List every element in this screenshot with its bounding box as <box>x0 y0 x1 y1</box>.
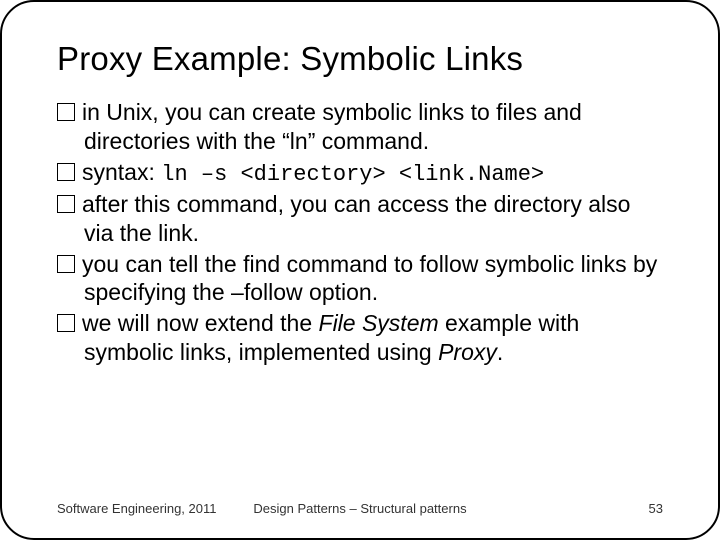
bullet-4: you can tell the find command to follow … <box>57 250 663 308</box>
bullet-1-text: in Unix, you can create symbolic links t… <box>82 99 582 154</box>
bullet-3-text: after this command, you can access the d… <box>82 191 630 246</box>
slide-frame: Proxy Example: Symbolic Links in Unix, y… <box>0 0 720 540</box>
bullet-5-text-a: we will now extend the <box>82 310 319 336</box>
bullet-2-code: ln –s <directory> <link.Name> <box>161 162 544 187</box>
bullet-4-find: find <box>243 251 280 277</box>
bullet-marker-icon <box>57 255 75 273</box>
bullet-2: syntax: ln –s <directory> <link.Name> <box>57 158 663 189</box>
bullet-5: we will now extend the File System examp… <box>57 309 663 367</box>
bullet-marker-icon <box>57 314 75 332</box>
slide-title: Proxy Example: Symbolic Links <box>57 40 663 78</box>
footer-center: Design Patterns – Structural patterns <box>57 501 663 516</box>
bullet-2-label: syntax: <box>82 159 161 185</box>
bullet-marker-icon <box>57 163 75 181</box>
bullet-marker-icon <box>57 103 75 121</box>
bullet-3: after this command, you can access the d… <box>57 190 663 248</box>
bullet-4-text-c: option. <box>303 279 378 305</box>
footer-page-number: 53 <box>649 501 663 516</box>
bullet-5-proxy: Proxy <box>438 339 497 365</box>
bullet-1: in Unix, you can create symbolic links t… <box>57 98 663 156</box>
bullet-4-follow: –follow <box>231 279 303 305</box>
bullet-4-text-a: you can tell the <box>82 251 243 277</box>
slide-body: in Unix, you can create symbolic links t… <box>57 98 663 367</box>
bullet-marker-icon <box>57 195 75 213</box>
bullet-5-filesystem: File System <box>319 310 439 336</box>
bullet-5-text-c: . <box>497 339 503 365</box>
